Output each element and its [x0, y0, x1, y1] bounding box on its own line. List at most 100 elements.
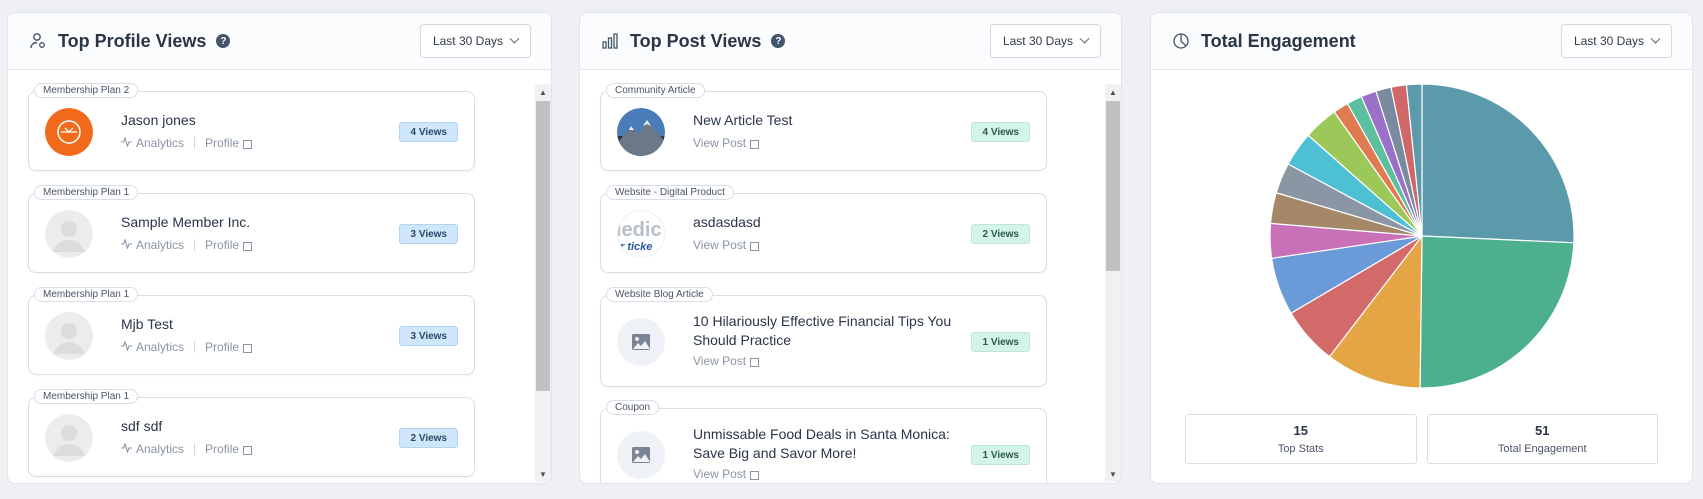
- post-card[interactable]: Community Article New Article Test View Po…: [600, 83, 1047, 171]
- analytics-link[interactable]: Analytics: [136, 340, 184, 354]
- membership-tag: Membership Plan 1: [34, 185, 139, 200]
- stat-value: 15: [1293, 423, 1308, 438]
- member-name[interactable]: Jason jones: [121, 112, 196, 128]
- external-link-icon: [243, 343, 253, 353]
- date-range-label: Last 30 Days: [432, 34, 503, 48]
- divider: [194, 239, 196, 251]
- activity-icon: [121, 238, 132, 252]
- profile-list: Membership Plan 2 Jason jones Analytics Pro…: [8, 71, 551, 483]
- scroll-thumb[interactable]: [1106, 101, 1120, 271]
- analytics-link[interactable]: Analytics: [136, 442, 184, 456]
- profile-link[interactable]: Profile: [205, 340, 239, 354]
- views-badge: 2 Views: [971, 224, 1030, 244]
- post-title[interactable]: New Article Test: [693, 112, 792, 128]
- view-post-link[interactable]: View Post: [693, 467, 746, 481]
- image-placeholder-icon[interactable]: [617, 318, 665, 366]
- chevron-down-icon: [1650, 33, 1661, 44]
- user-settings-icon: [28, 31, 48, 51]
- scroll-up-icon[interactable]: ▲: [1105, 84, 1121, 100]
- stat-value: 51: [1535, 423, 1550, 438]
- card-links: Analytics Profile: [121, 136, 253, 150]
- bar-chart-icon: [600, 31, 620, 51]
- member-name[interactable]: sdf sdf: [121, 418, 162, 434]
- avatar[interactable]: [45, 210, 93, 258]
- post-type-tag: Community Article: [606, 83, 705, 98]
- external-link-icon: [243, 241, 253, 251]
- view-post-link[interactable]: View Post: [693, 238, 746, 252]
- post-card[interactable]: Coupon Unmissable Food Deals in Santa Mon…: [600, 400, 1047, 483]
- view-post-link[interactable]: View Post: [693, 354, 746, 368]
- profile-card[interactable]: Membership Plan 1 sdf sdf Analytics Profile…: [28, 389, 475, 477]
- post-thumbnail[interactable]: [617, 108, 665, 156]
- post-list: Community Article New Article Test View Po…: [580, 71, 1121, 483]
- pie-slice-1[interactable]: [1419, 235, 1575, 389]
- analytics-link[interactable]: Analytics: [136, 238, 184, 252]
- avatar[interactable]: [45, 414, 93, 462]
- post-card[interactable]: Website Blog Article 10 Hilariously Effec…: [600, 287, 1047, 387]
- date-range-dropdown[interactable]: Last 30 Days: [989, 24, 1101, 58]
- divider: [194, 341, 196, 353]
- views-badge: 3 Views: [399, 326, 458, 346]
- chevron-down-icon: [1079, 33, 1090, 44]
- card-links: Analytics Profile: [121, 340, 253, 354]
- engagement-pie-chart: [1269, 83, 1575, 389]
- views-badge: 4 Views: [399, 122, 458, 142]
- views-badge: 1 Views: [971, 445, 1030, 465]
- card-links: Analytics Profile: [121, 442, 253, 456]
- post-thumbnail[interactable]: ledic r ticke: [617, 210, 665, 258]
- external-link-icon: [750, 357, 760, 367]
- card-links: View Post: [693, 467, 760, 481]
- date-range-label: Last 30 Days: [1002, 34, 1073, 48]
- pie-chart-icon: [1171, 31, 1191, 51]
- member-name[interactable]: Sample Member Inc.: [121, 214, 250, 230]
- scrollbar[interactable]: ▲ ▼: [535, 84, 551, 482]
- profile-link[interactable]: Profile: [205, 442, 239, 456]
- pie-slice-0[interactable]: [1421, 83, 1575, 244]
- panel-header: Total Engagement Last 30 Days: [1151, 13, 1692, 70]
- divider: [194, 443, 196, 455]
- date-range-dropdown[interactable]: Last 30 Days: [419, 24, 531, 58]
- stat-label: Top Stats: [1277, 443, 1324, 455]
- profile-card[interactable]: Membership Plan 1 Sample Member Inc. Analy…: [28, 185, 475, 273]
- panel-header: Top Profile Views ? Last 30 Days: [8, 13, 551, 70]
- date-range-dropdown[interactable]: Last 30 Days: [1560, 24, 1672, 58]
- profile-card[interactable]: Membership Plan 2 Jason jones Analytics Pro…: [28, 83, 475, 171]
- views-badge: 2 Views: [399, 428, 458, 448]
- scroll-down-icon[interactable]: ▼: [535, 466, 551, 482]
- avatar[interactable]: [45, 312, 93, 360]
- activity-icon: [121, 136, 132, 150]
- scroll-down-icon[interactable]: ▼: [1105, 466, 1121, 482]
- help-icon[interactable]: ?: [771, 34, 786, 48]
- post-type-tag: Website - Digital Product: [606, 185, 734, 200]
- external-link-icon: [750, 241, 760, 251]
- thumb-logo-subtext: r ticke: [620, 241, 653, 253]
- card-links: View Post: [693, 136, 760, 150]
- analytics-link[interactable]: Analytics: [136, 136, 184, 150]
- panel-header: Top Post Views ? Last 30 Days: [580, 13, 1121, 70]
- card-links: View Post: [693, 238, 760, 252]
- post-title[interactable]: Unmissable Food Deals in Santa Monica: S…: [693, 425, 973, 463]
- image-placeholder-icon[interactable]: [617, 431, 665, 479]
- card-links: View Post: [693, 354, 760, 368]
- post-card[interactable]: Website - Digital Product ledic r ticke asd…: [600, 185, 1047, 273]
- post-type-tag: Coupon: [606, 400, 660, 415]
- post-title[interactable]: asdasdasd: [693, 214, 761, 230]
- scrollbar[interactable]: ▲ ▼: [1105, 84, 1121, 482]
- stat-label: Total Engagement: [1497, 443, 1587, 455]
- profile-link[interactable]: Profile: [205, 238, 239, 252]
- stat-top-stats: 15 Top Stats: [1185, 414, 1417, 464]
- scroll-up-icon[interactable]: ▲: [535, 84, 551, 100]
- profile-link[interactable]: Profile: [205, 136, 239, 150]
- avatar[interactable]: [45, 108, 93, 156]
- views-badge: 1 Views: [971, 332, 1030, 352]
- view-post-link[interactable]: View Post: [693, 136, 746, 150]
- views-badge: 3 Views: [399, 224, 458, 244]
- profile-card[interactable]: Membership Plan 1 Mjb Test Analytics Profil…: [28, 287, 475, 375]
- scroll-thumb[interactable]: [536, 101, 550, 391]
- panel-title: Top Post Views: [630, 30, 762, 51]
- member-name[interactable]: Mjb Test: [121, 316, 173, 332]
- post-title[interactable]: 10 Hilariously Effective Financial Tips …: [693, 312, 973, 350]
- help-icon[interactable]: ?: [216, 34, 231, 48]
- chevron-down-icon: [509, 33, 520, 44]
- views-badge: 4 Views: [971, 122, 1030, 142]
